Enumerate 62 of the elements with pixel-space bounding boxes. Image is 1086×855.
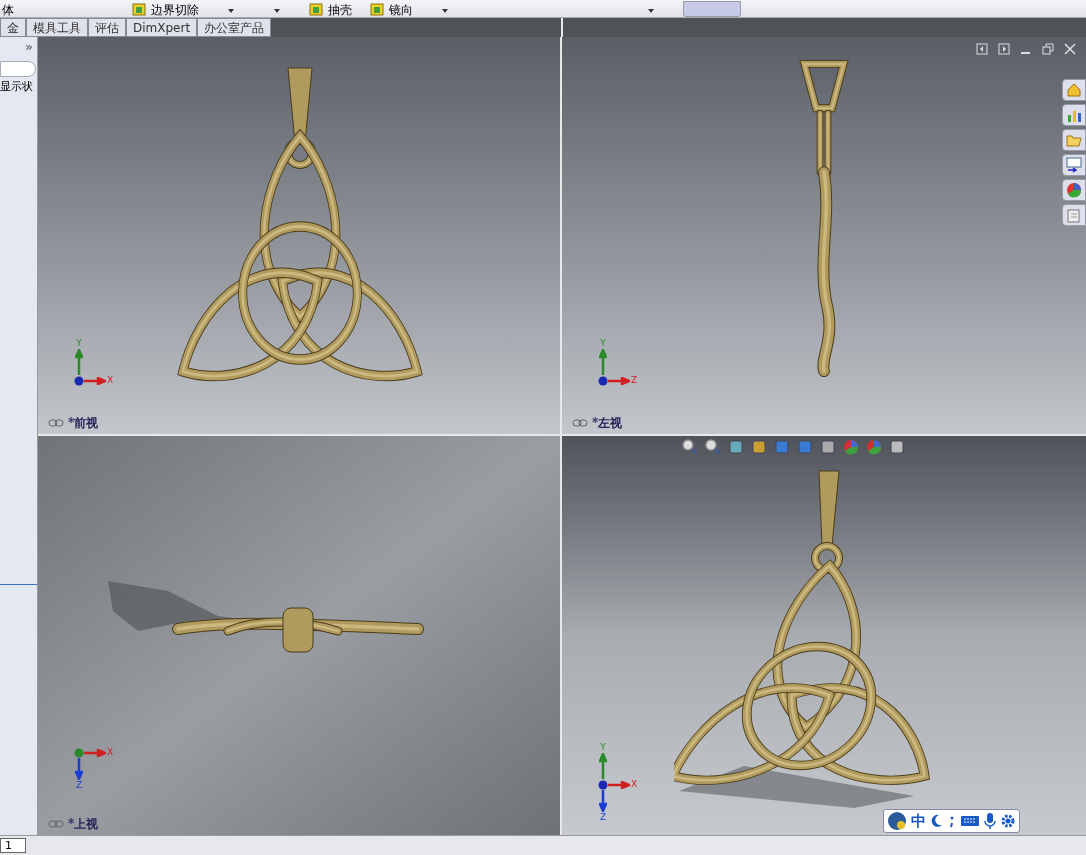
axis-label: X — [106, 375, 115, 386]
axis-label: X — [630, 779, 639, 790]
keyboard-icon[interactable] — [960, 814, 980, 828]
chart-icon[interactable] — [1062, 104, 1086, 126]
command-tab[interactable]: 办公室产品 — [197, 18, 272, 37]
origin-dot-icon — [74, 747, 84, 758]
axis-label: X — [106, 747, 115, 758]
link-icon — [572, 419, 588, 427]
caret-icon[interactable] — [273, 8, 281, 14]
viewport[interactable]: Y X Z 中 — [562, 436, 1086, 835]
caret-icon[interactable] — [441, 8, 449, 14]
microphone-icon[interactable] — [984, 812, 996, 830]
filter-field[interactable] — [0, 60, 36, 77]
axis-label: Y — [599, 742, 607, 753]
command-tab[interactable]: DimXpert — [126, 18, 198, 37]
feature-icon — [370, 3, 385, 17]
toolbar-button[interactable]: 镜向 — [370, 3, 413, 17]
appearance-icon[interactable] — [1062, 179, 1086, 201]
feature-icon — [132, 3, 147, 17]
moon-icon[interactable] — [930, 813, 944, 829]
ime-logo-icon[interactable] — [887, 811, 907, 831]
caret-icon[interactable] — [647, 8, 655, 14]
view-label: *前视 — [68, 415, 99, 432]
axis-label: Z — [630, 375, 639, 386]
color-ball-icon[interactable] — [843, 439, 859, 455]
settings-icon[interactable] — [1000, 813, 1016, 829]
link-icon — [48, 419, 64, 427]
feature-icon — [309, 3, 324, 17]
display-state-label: 显示状 — [0, 78, 34, 95]
close-icon[interactable] — [1064, 43, 1076, 55]
command-tab[interactable]: 模具工具 — [26, 18, 88, 37]
zoom-fit-icon[interactable] — [682, 439, 698, 455]
home-icon[interactable] — [1062, 79, 1086, 101]
caret-icon[interactable] — [227, 8, 235, 14]
toolbar-button[interactable]: 抽壳 — [309, 3, 352, 17]
properties-icon[interactable] — [1062, 154, 1086, 176]
view-label: *左视 — [592, 415, 623, 432]
tile-left-icon[interactable] — [976, 43, 988, 55]
folder-icon[interactable] — [1062, 129, 1086, 151]
axis-label: Z — [598, 812, 608, 823]
axis-label: Z — [74, 780, 84, 791]
viewport[interactable]: Y X *前视 — [38, 37, 562, 436]
origin-dot-icon — [598, 375, 608, 386]
command-tab[interactable]: 评估 — [88, 18, 126, 37]
axis-label: Y — [599, 338, 607, 349]
view-label: *上视 — [68, 816, 99, 833]
input-mode-toggle[interactable]: 中 — [911, 809, 926, 833]
origin-dot-icon — [74, 375, 84, 386]
origin-dot-icon — [598, 779, 608, 790]
command-tab[interactable]: 金 — [0, 18, 26, 37]
restore-icon[interactable] — [1042, 43, 1054, 55]
clipboard-icon[interactable] — [1062, 204, 1086, 226]
viewport[interactable]: Y Z *左视 — [562, 37, 1086, 436]
expand-button[interactable]: » — [25, 37, 37, 57]
sheet-tab[interactable]: 1 — [0, 838, 26, 853]
axis-label: Y — [75, 338, 83, 349]
zoom-area-icon[interactable] — [705, 439, 721, 455]
link-icon — [48, 820, 64, 828]
toolbar-label: 体 — [2, 3, 14, 17]
viewport[interactable]: X Z *上视 — [38, 436, 562, 835]
toolbar-button[interactable]: 边界切除 — [132, 3, 199, 17]
tile-right-icon[interactable] — [998, 43, 1010, 55]
